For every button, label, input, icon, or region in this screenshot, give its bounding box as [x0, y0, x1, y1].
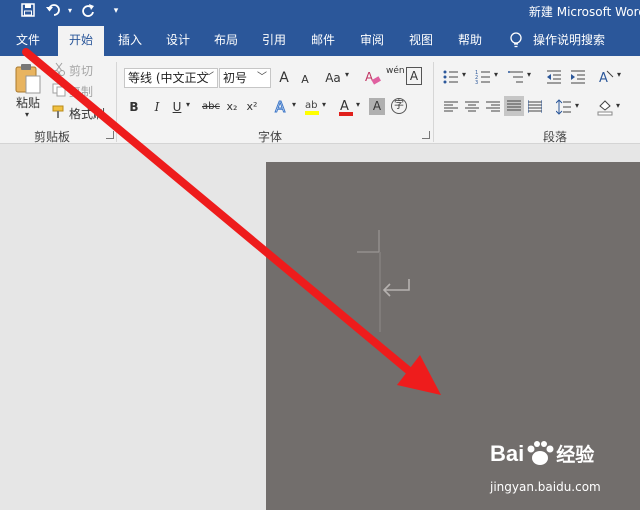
subscript-button[interactable]: x₂ [224, 97, 240, 117]
shrink-font-button[interactable]: A [298, 70, 312, 90]
text-effects-icon[interactable]: A [274, 97, 290, 117]
cut-button[interactable]: 剪切 [69, 62, 93, 79]
grow-font-button[interactable]: A [276, 68, 292, 88]
save-icon[interactable] [20, 3, 36, 19]
character-border-button[interactable]: A [406, 67, 422, 85]
tab-home[interactable]: 开始 [58, 26, 104, 56]
svg-text:ab: ab [305, 100, 317, 111]
italic-button[interactable]: I [150, 97, 164, 117]
tell-me-search[interactable]: 操作说明搜索 [533, 24, 605, 56]
numbering-dropdown-icon[interactable]: ▾ [494, 70, 498, 79]
multilevel-dropdown-icon[interactable]: ▾ [527, 70, 531, 79]
undo-dropdown-icon[interactable]: ▾ [62, 3, 78, 19]
tab-file[interactable]: 文件 [6, 24, 50, 56]
format-painter-button[interactable]: 格式刷 [69, 105, 105, 122]
decrease-indent-icon[interactable] [546, 69, 562, 85]
character-shading-button[interactable]: A [369, 98, 385, 115]
bold-button[interactable]: B [126, 97, 142, 117]
font-color-icon[interactable]: A [338, 97, 354, 117]
line-spacing-dropdown-icon[interactable]: ▾ [575, 101, 579, 110]
tab-help[interactable]: 帮助 [448, 24, 492, 56]
customize-qat-icon[interactable]: ▾ [108, 3, 124, 19]
shading-dropdown-icon[interactable]: ▾ [616, 101, 620, 110]
tab-review[interactable]: 审阅 [350, 24, 394, 56]
highlight-dropdown-icon[interactable]: ▾ [322, 100, 326, 109]
baidu-logo: Bai 经验 [490, 441, 595, 466]
copy-button[interactable]: 复制 [69, 83, 93, 100]
tab-design[interactable]: 设计 [156, 24, 200, 56]
paragraph-group-label: 段落 [543, 130, 568, 144]
clear-formatting-icon[interactable]: A [364, 69, 382, 87]
multilevel-list-icon[interactable] [508, 69, 524, 85]
line-spacing-icon[interactable] [555, 99, 572, 115]
svg-text:A: A [599, 71, 608, 85]
numbering-icon[interactable]: 123 [475, 69, 491, 86]
group-separator [433, 62, 434, 142]
text-effects-dropdown-icon[interactable]: ▾ [292, 100, 296, 109]
bullets-dropdown-icon[interactable]: ▾ [462, 70, 466, 79]
svg-text:A: A [275, 98, 286, 116]
align-center-icon[interactable] [465, 100, 479, 114]
font-name-select[interactable]: 等线 (中文正文 ﹀ [124, 68, 218, 88]
font-size-select[interactable]: 初号 ﹀ [219, 68, 271, 88]
clipboard-launcher-icon[interactable] [106, 131, 114, 139]
group-separator [116, 62, 117, 142]
tab-view[interactable]: 视图 [399, 24, 443, 56]
font-launcher-icon[interactable] [422, 131, 430, 139]
paste-dropdown-icon[interactable]: ▾ [25, 110, 29, 119]
paste-icon[interactable] [14, 62, 42, 94]
lightbulb-icon[interactable] [509, 32, 523, 48]
underline-dropdown-icon[interactable]: ▾ [186, 100, 190, 109]
svg-text:3: 3 [475, 80, 478, 85]
justify-icon[interactable] [504, 96, 524, 116]
highlight-color-icon[interactable]: ab [304, 97, 320, 117]
align-left-icon[interactable] [444, 100, 458, 114]
tab-insert[interactable]: 插入 [108, 24, 152, 56]
paste-button[interactable]: 粘贴 [16, 94, 40, 111]
copy-icon[interactable] [52, 83, 66, 97]
tab-references[interactable]: 引用 [252, 24, 296, 56]
superscript-button[interactable]: x² [244, 97, 260, 117]
distributed-icon[interactable] [527, 100, 543, 114]
tab-mailings[interactable]: 邮件 [301, 24, 345, 56]
svg-text:A: A [340, 99, 349, 114]
ribbon-tab-row: 文件 开始 插入 设计 布局 引用 邮件 审阅 视图 帮助 操作说明搜索 [0, 24, 640, 56]
enclose-characters-button[interactable]: 字 [391, 98, 407, 114]
format-painter-icon[interactable] [52, 105, 66, 119]
bullets-icon[interactable] [443, 69, 459, 85]
shading-icon[interactable] [597, 98, 613, 116]
underline-button[interactable]: U [170, 97, 184, 117]
title-bar: ▾ ▾ 新建 Microsoft Word [0, 0, 640, 24]
font-color-dropdown-icon[interactable]: ▾ [356, 100, 360, 109]
redo-icon[interactable] [80, 3, 96, 19]
change-case-button[interactable]: Aa [322, 68, 344, 88]
asian-layout-icon[interactable]: A [598, 69, 614, 86]
strikethrough-button[interactable]: abc [200, 97, 222, 117]
change-case-dropdown-icon[interactable]: ▾ [345, 70, 349, 79]
tab-layout[interactable]: 布局 [204, 24, 248, 56]
align-right-icon[interactable] [486, 100, 500, 114]
clipboard-group-label: 剪贴板 [34, 130, 71, 144]
window-title: 新建 Microsoft Word [528, 5, 640, 19]
asian-layout-dropdown-icon[interactable]: ▾ [617, 70, 621, 79]
ribbon-home: 粘贴 ▾ 剪切 复制 格式刷 剪贴板 等线 (中文正文 ﹀ 初号 ﹀ A A Aa … [0, 56, 640, 144]
undo-icon[interactable] [46, 3, 62, 19]
phonetic-guide-button[interactable]: wén [386, 66, 405, 76]
font-group-label: 字体 [258, 130, 283, 144]
baidu-url: jingyan.baidu.com [490, 480, 601, 494]
paragraph-mark-icon [381, 277, 411, 301]
increase-indent-icon[interactable] [570, 69, 586, 85]
baidu-watermark: Bai 经验 jingyan.baidu.com [490, 440, 640, 500]
cut-icon[interactable] [52, 62, 66, 76]
